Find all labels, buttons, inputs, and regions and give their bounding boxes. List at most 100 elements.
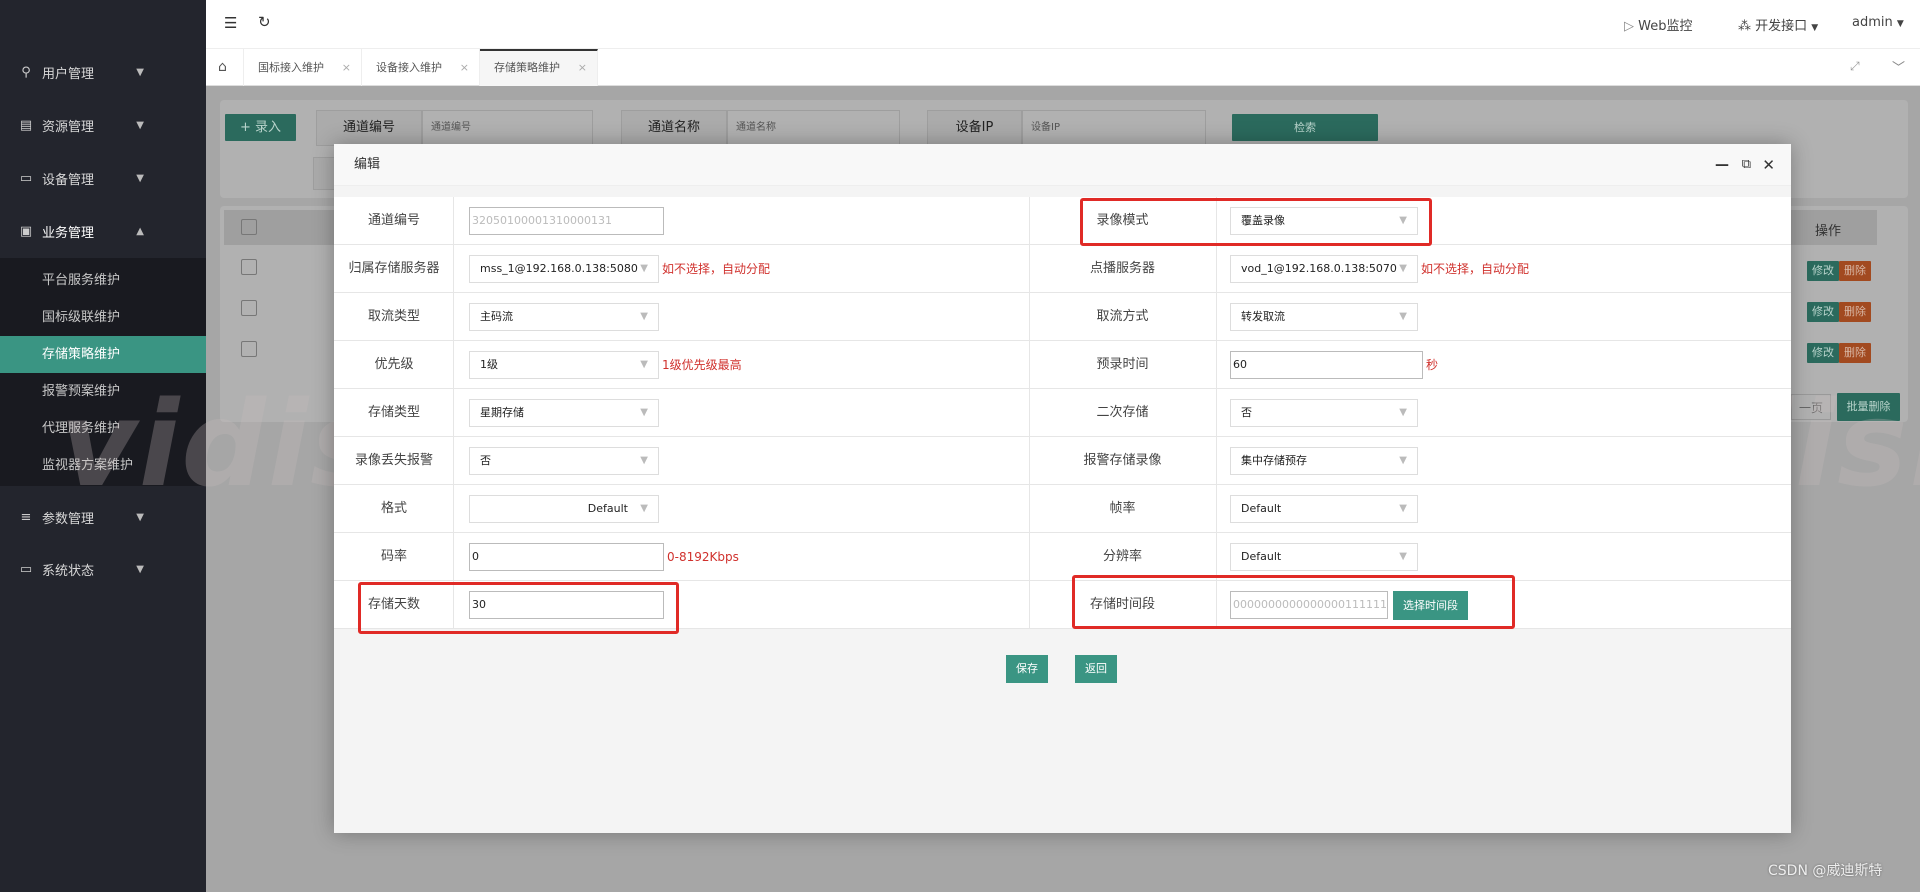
sidebar-item-device-mgmt[interactable]: ▭ 设备管理 ▼	[0, 152, 206, 204]
left-select-6[interactable]: Default ▼	[469, 495, 659, 523]
sidebar-item-business-mgmt[interactable]: ▣ 业务管理 ▲	[0, 205, 206, 257]
row-checkbox[interactable]	[241, 259, 257, 275]
sidebar-item-resource-mgmt[interactable]: ▤ 资源管理 ▼	[0, 99, 206, 151]
tab-storage-policy[interactable]: 存储策略维护 ×	[480, 49, 598, 86]
right-select-7[interactable]: Default ▼	[1230, 543, 1418, 571]
sidebar-item-user-mgmt[interactable]: ⚲ 用户管理 ▼	[0, 46, 206, 98]
caret-down-icon: ▼	[136, 563, 144, 575]
close-icon[interactable]: ×	[578, 51, 587, 84]
edit-dialog: 编辑 — ⧉ ✕ 通道编号 32050100001310000131 录像模式 …	[334, 144, 1791, 833]
close-icon[interactable]: ×	[460, 49, 469, 86]
left-select-1[interactable]: mss_1@192.168.0.138:5080 ▼	[469, 255, 659, 283]
field-label: 格式	[380, 501, 407, 516]
right-select-4[interactable]: 否 ▼	[1230, 399, 1418, 427]
highlight-storage-days	[358, 582, 679, 634]
edit-button[interactable]: 修改	[1807, 261, 1839, 281]
delete-button[interactable]: 删除	[1839, 343, 1871, 363]
chevron-down-icon[interactable]: ﹀	[1892, 57, 1905, 76]
channel-name-search-input[interactable]: 通道名称	[727, 110, 900, 146]
selected-value: Default	[587, 502, 628, 515]
right-select-1[interactable]: vod_1@192.168.0.138:5070 ▼	[1230, 255, 1418, 283]
field-label: 取流类型	[367, 309, 420, 324]
tab-gb-access[interactable]: 国标接入维护 ×	[244, 49, 362, 86]
left-input-7[interactable]: 0	[469, 543, 664, 571]
caret-down-icon: ▼	[1896, 19, 1904, 29]
refresh-icon[interactable]: ↻	[258, 13, 271, 31]
home-tab[interactable]: ⌂	[206, 49, 244, 86]
caret-down-icon: ▼	[640, 407, 648, 418]
caret-down-icon: ▼	[1399, 263, 1407, 274]
delete-button[interactable]: 删除	[1839, 302, 1871, 322]
sidebar-item-param-mgmt[interactable]: ≡ 参数管理 ▼	[0, 491, 206, 543]
form-row: 通道编号 32050100001310000131 录像模式 覆盖录像 ▼	[334, 197, 1791, 245]
caret-down-icon: ▼	[1399, 407, 1407, 418]
left-select-5[interactable]: 否 ▼	[469, 447, 659, 475]
user-menu[interactable]: admin ▼	[1852, 15, 1904, 30]
edit-button[interactable]: 修改	[1807, 302, 1839, 322]
caret-down-icon: ▼	[136, 66, 144, 78]
right-input-3[interactable]: 60	[1230, 351, 1423, 379]
web-monitor-link[interactable]: ▷ Web监控	[1624, 15, 1692, 34]
left-select-2[interactable]: 主码流 ▼	[469, 303, 659, 331]
sidebar-item-system-status[interactable]: ▭ 系统状态 ▼	[0, 543, 206, 595]
field-label: 取流方式	[1096, 309, 1149, 324]
prev-page-button[interactable]: 一页	[1791, 394, 1831, 420]
form-row: 录像丢失报警 否 ▼ 报警存储录像 集中存储预存 ▼	[334, 437, 1791, 485]
select-all-checkbox[interactable]	[241, 219, 257, 235]
caret-down-icon: ▼	[1399, 311, 1407, 322]
submenu-proxy-service[interactable]: 代理服务维护	[0, 410, 206, 447]
selected-value: 主码流	[480, 310, 513, 323]
channel-id-search-input[interactable]: 通道编号	[422, 110, 593, 146]
submenu-alarm-plan[interactable]: 报警预案维护	[0, 373, 206, 410]
device-ip-search-input[interactable]: 设备IP	[1022, 110, 1206, 146]
channel-id-field[interactable]: 32050100001310000131	[469, 207, 664, 235]
close-icon[interactable]: ×	[342, 49, 351, 86]
field-label: 码率	[380, 549, 407, 564]
divider	[453, 389, 454, 437]
form-row: 优先级 1级 ▼ 1级优先级最高 预录时间 60 秒	[334, 341, 1791, 389]
maximize-icon[interactable]: ⧉	[1742, 144, 1751, 186]
right-select-5[interactable]: 集中存储预存 ▼	[1230, 447, 1418, 475]
batch-delete-button[interactable]: 批量删除	[1837, 393, 1900, 421]
submenu-storage-policy[interactable]: 存储策略维护	[0, 336, 206, 373]
divider	[453, 437, 454, 485]
left-select-3[interactable]: 1级 ▼	[469, 351, 659, 379]
divider	[1216, 389, 1217, 437]
caret-down-icon: ▼	[640, 503, 648, 514]
divider	[453, 533, 454, 581]
right-select-2[interactable]: 转发取流 ▼	[1230, 303, 1418, 331]
divider	[1216, 437, 1217, 485]
save-button[interactable]: 保存	[1006, 655, 1048, 683]
divider	[1216, 485, 1217, 533]
device-icon: ▭	[19, 170, 33, 186]
top-bar: ☰ ↻ ▷ Web监控 ⁂ 开发接口 ▼ admin ▼	[206, 0, 1920, 49]
delete-button[interactable]: 删除	[1839, 261, 1871, 281]
channel-name-label: 通道名称	[621, 110, 727, 146]
collapse-menu-icon[interactable]: ☰	[224, 14, 237, 32]
edit-button[interactable]: 修改	[1807, 343, 1839, 363]
submenu-gb-cascade[interactable]: 国标级联维护	[0, 299, 206, 336]
label: 开发接口	[1755, 19, 1808, 34]
search-button[interactable]: 检索	[1232, 114, 1378, 141]
left-select-4[interactable]: 星期存储 ▼	[469, 399, 659, 427]
row-checkbox[interactable]	[241, 300, 257, 316]
fullscreen-icon[interactable]: ⤢	[1850, 59, 1860, 74]
selected-value: mss_1@192.168.0.138:5080	[480, 262, 638, 275]
tab-bar: ⌂ 国标接入维护 × 设备接入维护 × 存储策略维护 × ⤢ ﹀	[206, 49, 1920, 86]
field-label: 二次存储	[1096, 405, 1149, 420]
selected-value: Default	[1241, 550, 1282, 563]
selected-value: 集中存储预存	[1241, 454, 1307, 467]
right-select-6[interactable]: Default ▼	[1230, 495, 1418, 523]
minimize-icon[interactable]: —	[1715, 144, 1729, 186]
row-checkbox[interactable]	[241, 341, 257, 357]
back-button[interactable]: 返回	[1075, 655, 1117, 683]
dialog-header: 编辑 — ⧉ ✕	[334, 144, 1791, 186]
submenu-monitor-plan[interactable]: 监视器方案维护	[0, 447, 206, 484]
caret-down-icon: ▼	[1811, 23, 1819, 33]
tab-device-access[interactable]: 设备接入维护 ×	[362, 49, 480, 86]
close-icon[interactable]: ✕	[1762, 144, 1775, 186]
add-button[interactable]: + 录入	[225, 114, 296, 141]
dev-api-menu[interactable]: ⁂ 开发接口 ▼	[1738, 15, 1818, 34]
submenu-platform-service[interactable]: 平台服务维护	[0, 262, 206, 299]
field-label: 归属存储服务器	[348, 261, 440, 276]
